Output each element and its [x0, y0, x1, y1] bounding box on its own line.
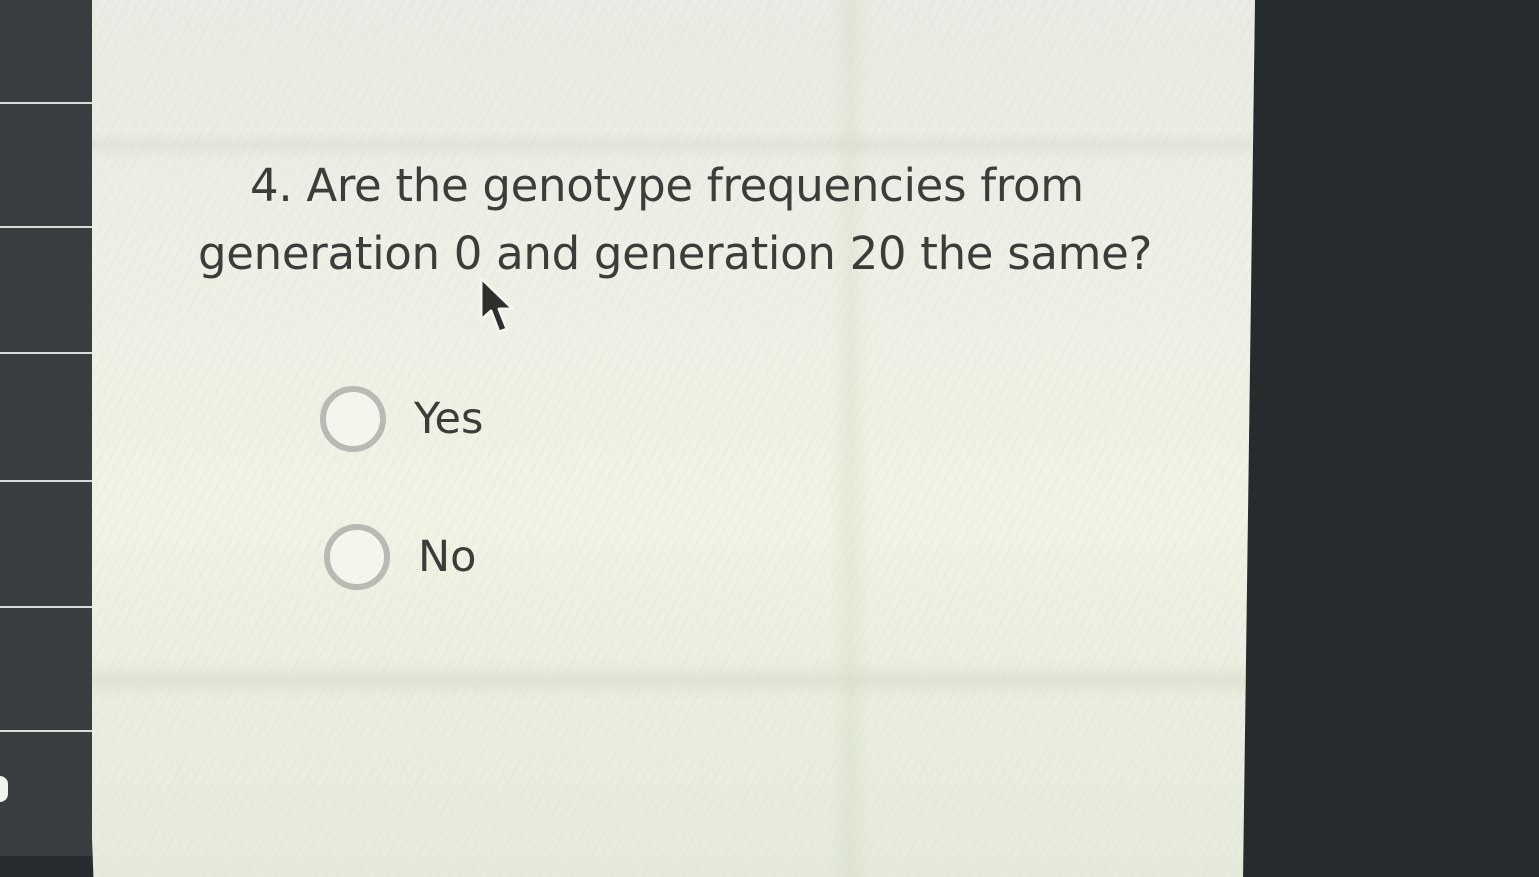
- content-panel: [60, 0, 1255, 877]
- question-line-1: 4. Are the genotype frequencies from: [250, 159, 1084, 212]
- nav-indicator: [0, 776, 8, 802]
- nav-item[interactable]: [0, 734, 92, 856]
- nav-item[interactable]: [0, 360, 92, 482]
- mouse-pointer-icon: [479, 276, 515, 334]
- option-no[interactable]: No: [324, 524, 476, 590]
- left-nav: [0, 0, 92, 856]
- nav-item[interactable]: [0, 0, 92, 104]
- option-no-label: No: [418, 532, 477, 582]
- radio-yes[interactable]: [320, 386, 386, 452]
- option-yes-label: Yes: [414, 394, 484, 444]
- nav-item[interactable]: [0, 486, 92, 608]
- nav-item[interactable]: [0, 232, 92, 354]
- option-yes[interactable]: Yes: [320, 386, 483, 452]
- nav-item[interactable]: [0, 610, 92, 732]
- screen: 4. Are the genotype frequencies from gen…: [0, 0, 1539, 877]
- question-text: 4. Are the genotype frequencies from gen…: [198, 152, 1178, 288]
- nav-item[interactable]: [0, 106, 92, 228]
- question-line-2: generation 0 and generation 20 the same?: [198, 227, 1153, 280]
- radio-no[interactable]: [324, 524, 390, 590]
